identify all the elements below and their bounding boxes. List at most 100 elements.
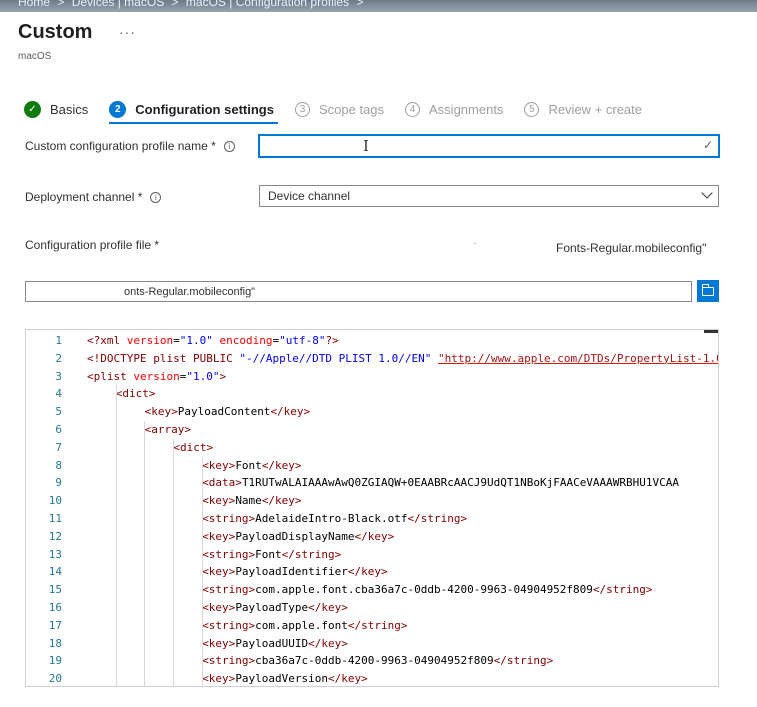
code-area[interactable]: <?xml version="1.0" encoding="utf-8"?> <!…	[87, 330, 718, 686]
code-line: <string>com.apple.font</string>	[202, 617, 407, 635]
code-token: T1RUTwALAIAAAwAwQ0ZGIAQW+0EAABRcAACJ9UdQ…	[241, 476, 680, 490]
line-number: 20	[48, 672, 62, 686]
code-token: </string>	[592, 583, 653, 597]
line-number: 2	[55, 351, 62, 365]
code-token: "utf-8"	[279, 334, 326, 347]
code-token: <!DOCTYPE plist PUBLIC	[87, 351, 240, 365]
step-scope-tags[interactable]: 3 Scope tags	[294, 101, 385, 117]
scrollbar-thumb[interactable]	[704, 330, 718, 333]
code-line: <key>PayloadIdentifier</key>	[202, 563, 387, 581]
code-token: <dict>	[115, 387, 156, 401]
file-path-input[interactable]: onts-Regular.mobileconfig"	[25, 281, 692, 302]
code-line: <string>cba36a7c-0ddb-4200-9963-04904952…	[202, 652, 553, 670]
code-token: </key>	[308, 601, 348, 614]
line-number: 18	[48, 636, 62, 650]
code-token: <string>	[202, 583, 256, 597]
code-token: version	[126, 334, 174, 347]
step-number-icon: 4	[405, 101, 421, 117]
breadcrumb-bar: Home > Devices | macOS > macOS | Configu…	[0, 0, 757, 12]
info-icon[interactable]: i	[150, 191, 162, 203]
checkmark-circle-icon: ✓	[24, 100, 41, 118]
code-token: </key>	[328, 672, 368, 686]
text-cursor-icon: I	[363, 137, 369, 155]
step-label: Scope tags	[318, 101, 385, 117]
page-title: Custom	[18, 21, 93, 43]
code-line: <string>AdelaideIntro-Black.otf</string>	[202, 510, 467, 528]
code-token: "http://www.apple.com/DTDs/PropertyList-…	[438, 351, 718, 365]
code-token: Font	[235, 458, 262, 472]
page-subtitle: macOS	[18, 51, 52, 62]
code-line: <plist version="1.0">	[87, 368, 226, 386]
code-token: PayloadVersion	[235, 672, 329, 686]
line-number: 11	[48, 512, 62, 525]
step-review-create[interactable]: 5 Review + create	[524, 101, 643, 117]
deployment-channel-dropdown[interactable]: Device channel	[259, 185, 719, 207]
code-token: </key>	[354, 529, 395, 543]
step-label: Review + create	[548, 101, 643, 117]
line-number: 19	[48, 654, 62, 668]
code-token: <key>	[144, 405, 178, 419]
code-line: <key>PayloadType</key>	[202, 599, 348, 617]
indent-guide	[173, 438, 175, 686]
line-number: 15	[48, 583, 62, 597]
code-token: PayloadDisplayName	[235, 529, 355, 543]
step-label: Assignments	[429, 101, 504, 117]
line-number-gutter: 1 2 3 4 5 6 7 8 9 10 11 12 13 14 15 16 17 18 19 20	[26, 330, 86, 686]
info-icon[interactable]: i	[223, 140, 235, 152]
indent-guide	[115, 385, 117, 686]
line-number: 10	[48, 494, 62, 508]
line-number: 4	[55, 387, 62, 401]
code-line: <string>com.apple.font.cba36a7c-0ddb-420…	[202, 581, 652, 599]
code-token: PayloadUUID	[235, 636, 309, 650]
line-number: 5	[55, 405, 62, 419]
code-token: AdelaideIntro-Black.otf	[255, 512, 408, 525]
line-number: 17	[48, 618, 62, 632]
step-assignments[interactable]: 4 Assignments	[405, 101, 504, 117]
step-label: Configuration settings	[135, 101, 274, 117]
browse-file-button[interactable]	[697, 280, 719, 302]
step-number-icon: 5	[524, 101, 540, 117]
code-line: <key>Name</key>	[202, 492, 301, 510]
code-token: </key>	[308, 636, 348, 650]
deployment-channel-label: Deployment channel * i	[25, 190, 162, 204]
code-token: </key>	[261, 494, 302, 508]
code-line: <dict>	[173, 439, 213, 457]
breadcrumb-devices-macos[interactable]: Devices | macOS	[72, 0, 164, 9]
code-token: ?>	[325, 334, 339, 347]
code-line: <key>PayloadDisplayName</key>	[202, 528, 394, 546]
code-token: <array>	[144, 423, 191, 436]
line-number: 7	[55, 440, 62, 454]
line-number: 9	[55, 476, 62, 490]
code-token: </string>	[281, 547, 342, 561]
code-token: </string>	[407, 512, 468, 525]
code-line: <key>Font</key>	[202, 457, 301, 475]
profile-name-label-text: Custom configuration profile name *	[25, 139, 216, 153]
step-configuration-settings[interactable]: 2 Configuration settings	[109, 100, 278, 124]
code-token: <string>	[202, 654, 256, 668]
breadcrumb-home[interactable]: Home	[18, 0, 50, 9]
divider	[474, 243, 476, 244]
xml-code-editor[interactable]: 1 2 3 4 5 6 7 8 9 10 11 12 13 14 15 16 17 18 19 20 <?xml ve…	[25, 329, 719, 687]
line-number: 8	[55, 458, 62, 472]
code-token: PayloadType	[235, 601, 309, 614]
chevron-down-icon	[701, 187, 713, 199]
breadcrumb-configuration-profiles[interactable]: macOS | Configuration profiles	[186, 0, 349, 9]
code-token: Font	[255, 547, 282, 561]
line-number: 13	[48, 547, 62, 561]
deployment-channel-label-text: Deployment channel *	[25, 190, 143, 204]
code-token: <plist	[87, 369, 134, 383]
line-number: 14	[48, 565, 62, 579]
code-token: </key>	[261, 458, 302, 472]
line-number: 16	[48, 601, 62, 614]
more-options-button[interactable]: ···	[119, 24, 136, 40]
code-token: "-//Apple//DTD PLIST 1.0//EN"	[239, 351, 432, 365]
step-basics[interactable]: ✓ Basics	[24, 100, 88, 118]
line-number: 12	[48, 529, 62, 543]
code-token: <data>	[202, 476, 242, 490]
profile-name-label: Custom configuration profile name * i	[25, 139, 235, 153]
profile-name-input[interactable]: ✓	[259, 135, 719, 157]
code-token: >	[219, 369, 227, 383]
code-token: <key>	[202, 672, 236, 686]
code-token: <string>	[202, 547, 256, 561]
code-token: <key>	[202, 494, 236, 508]
